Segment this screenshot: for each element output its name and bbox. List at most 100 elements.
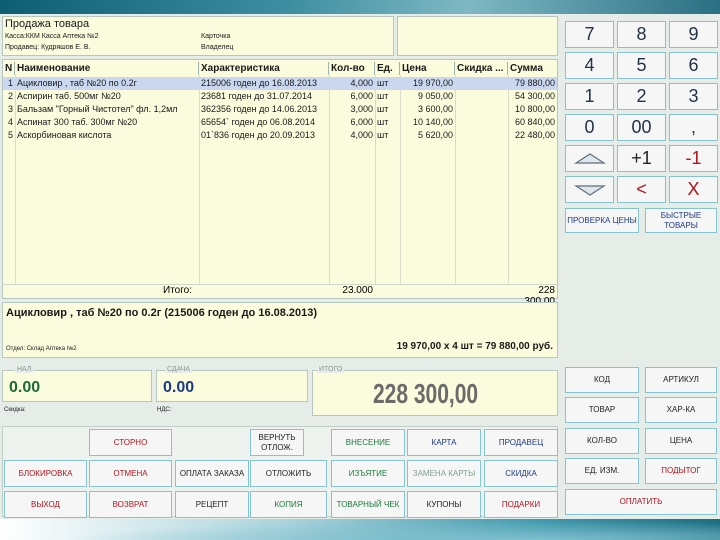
pay-order-button[interactable]: ОПЛАТА ЗАКАЗА <box>175 460 249 487</box>
table-row[interactable]: 2 Аспирин таб. 500мг №20 23681 годен до … <box>3 90 557 103</box>
col-header-unit[interactable]: Ед. <box>375 62 400 75</box>
prescription-button[interactable]: РЕЦЕПТ <box>175 491 249 518</box>
copy-button[interactable]: КОПИЯ <box>250 491 327 518</box>
total-value: 228 300,00 <box>373 378 479 409</box>
quantity-button[interactable]: КОЛ-ВО <box>565 428 639 454</box>
arrow-up-icon <box>573 153 606 164</box>
storno-button[interactable]: СТОРНО <box>89 429 172 456</box>
table-row[interactable]: 5 Аскорбиновая кислота 01`836 годен до 2… <box>3 129 557 142</box>
selected-item-calc: 19 970,00 x 4 шт = 79 880,00 руб. <box>396 341 553 352</box>
return-deferred-button[interactable]: ВЕРНУТЬ ОТЛОЖ. <box>250 429 304 456</box>
row-n: 1 <box>7 78 13 88</box>
arrow-down-button[interactable] <box>565 176 614 203</box>
key-3[interactable]: 3 <box>669 83 718 110</box>
cash-label: НАЛ <box>15 366 34 373</box>
row-price: 5 620,00 <box>417 130 453 140</box>
total-field: ИТОГО 228 300,00 <box>312 366 558 416</box>
key-4[interactable]: 4 <box>565 52 614 79</box>
row-unit: шт <box>377 130 389 140</box>
replace-card-button[interactable]: ЗАМЕНА КАРТЫ <box>407 460 481 487</box>
header-side-panel <box>397 16 558 56</box>
sales-receipt-button[interactable]: ТОВАРНЫЙ ЧЕК <box>331 491 405 518</box>
seller-button[interactable]: ПРОДАВЕЦ <box>484 429 558 456</box>
key-comma[interactable]: , <box>669 114 718 141</box>
minus-one-button[interactable]: -1 <box>669 145 718 172</box>
row-n: 2 <box>7 91 13 101</box>
key-9[interactable]: 9 <box>669 21 718 48</box>
row-sum: 60 840,00 <box>514 117 555 127</box>
cash-value: 0.00 <box>9 379 41 396</box>
totals-row: Итого: 23.000 228 300,00 <box>3 284 557 307</box>
cash-field[interactable]: НАЛ 0.00 <box>2 366 152 402</box>
key-6[interactable]: 6 <box>669 52 718 79</box>
plus-one-button[interactable]: +1 <box>617 145 666 172</box>
card-button[interactable]: КАРТА <box>407 429 481 456</box>
backspace-button[interactable]: < <box>617 176 666 203</box>
withdraw-button[interactable]: ИЗЪЯТИЕ <box>331 460 405 487</box>
selected-item-panel: Ацикловир , таб №20 по 0.2г (215006 годе… <box>2 302 558 358</box>
table-row[interactable]: 4 Аспинат 300 таб. 300мг №20 65654` годе… <box>3 116 557 129</box>
col-header-n[interactable]: N <box>3 62 15 75</box>
header-panel: Продажа товара Касса:ККМ Касса Аптека №2… <box>2 16 394 56</box>
defer-button[interactable]: ОТЛОЖИТЬ <box>250 460 327 487</box>
row-unit: шт <box>377 117 389 127</box>
total-field-label: ИТОГО <box>317 366 345 373</box>
table-row[interactable]: 1 Ацикловир , таб №20 по 0.2г 215006 год… <box>3 77 557 90</box>
row-qty: 3,000 <box>350 104 373 114</box>
total-qty: 23.000 <box>342 285 373 296</box>
quick-goods-button[interactable]: БЫСТРЫЕ ТОВАРЫ <box>645 208 717 233</box>
refund-button[interactable]: ВОЗВРАТ <box>89 491 172 518</box>
block-button[interactable]: БЛОКИРОВКА <box>4 460 87 487</box>
col-header-discount[interactable]: Скидка ... <box>455 62 508 75</box>
row-unit: шт <box>377 104 389 114</box>
row-characteristic: 215006 годен до 16.08.2013 <box>201 78 317 88</box>
subtotal-button[interactable]: ПОДЫТОГ <box>645 458 717 484</box>
unit-button[interactable]: ЕД. ИЗМ. <box>565 458 639 484</box>
key-7[interactable]: 7 <box>565 21 614 48</box>
row-price: 3 600,00 <box>417 104 453 114</box>
key-00[interactable]: 00 <box>617 114 666 141</box>
key-2[interactable]: 2 <box>617 83 666 110</box>
col-header-characteristic[interactable]: Характеристика <box>199 62 329 75</box>
key-1[interactable]: 1 <box>565 83 614 110</box>
clear-button[interactable]: X <box>669 176 718 203</box>
exit-button[interactable]: ВЫХОД <box>4 491 87 518</box>
key-8[interactable]: 8 <box>617 21 666 48</box>
row-characteristic: 362356 годен до 14.06.2013 <box>201 104 317 114</box>
change-value: 0.00 <box>163 379 195 396</box>
top-band <box>0 0 720 14</box>
row-name: Бальзам "Горный Чистотел" фл. 1,2мл <box>17 104 178 114</box>
pay-button[interactable]: ОПЛАТИТЬ <box>565 489 717 515</box>
price-button[interactable]: ЦЕНА <box>645 428 717 454</box>
row-n: 5 <box>7 130 13 140</box>
col-header-name[interactable]: Наименование <box>15 62 199 75</box>
code-button[interactable]: КОД <box>565 367 639 393</box>
row-qty: 4,000 <box>350 78 373 88</box>
row-qty: 6,000 <box>350 91 373 101</box>
change-label: СДАЧА <box>165 366 193 373</box>
col-header-sum[interactable]: Сумма <box>508 62 557 75</box>
check-price-button[interactable]: ПРОВЕРКА ЦЕНЫ <box>565 208 639 233</box>
col-header-price[interactable]: Цена <box>400 62 455 75</box>
article-button[interactable]: АРТИКУЛ <box>645 367 717 393</box>
key-5[interactable]: 5 <box>617 52 666 79</box>
cashier-register: Касса:ККМ Касса Аптека №2 <box>5 33 99 40</box>
characteristic-button[interactable]: ХАР-КА <box>645 397 717 423</box>
col-header-qty[interactable]: Кол-во <box>329 62 375 75</box>
row-sum: 79 880,00 <box>514 78 555 88</box>
coupons-button[interactable]: КУПОНЫ <box>407 491 481 518</box>
bottom-wave <box>60 520 720 540</box>
goods-button[interactable]: ТОВАР <box>565 397 639 423</box>
table-row[interactable]: 3 Бальзам "Горный Чистотел" фл. 1,2мл 36… <box>3 103 557 116</box>
discount-button[interactable]: СКИДКА <box>484 460 558 487</box>
page-title: Продажа товара <box>5 18 90 30</box>
cancel-button[interactable]: ОТМЕНА <box>89 460 172 487</box>
goods-table[interactable]: N Наименование Характеристика Кол-во Ед.… <box>2 59 558 307</box>
arrow-up-button[interactable] <box>565 145 614 172</box>
card-label: Карточка <box>201 33 231 40</box>
key-0[interactable]: 0 <box>565 114 614 141</box>
gifts-button[interactable]: ПОДАРКИ <box>484 491 558 518</box>
row-unit: шт <box>377 91 389 101</box>
selected-item-title: Ацикловир , таб №20 по 0.2г (215006 годе… <box>6 307 318 319</box>
deposit-button[interactable]: ВНЕСЕНИЕ <box>331 429 405 456</box>
